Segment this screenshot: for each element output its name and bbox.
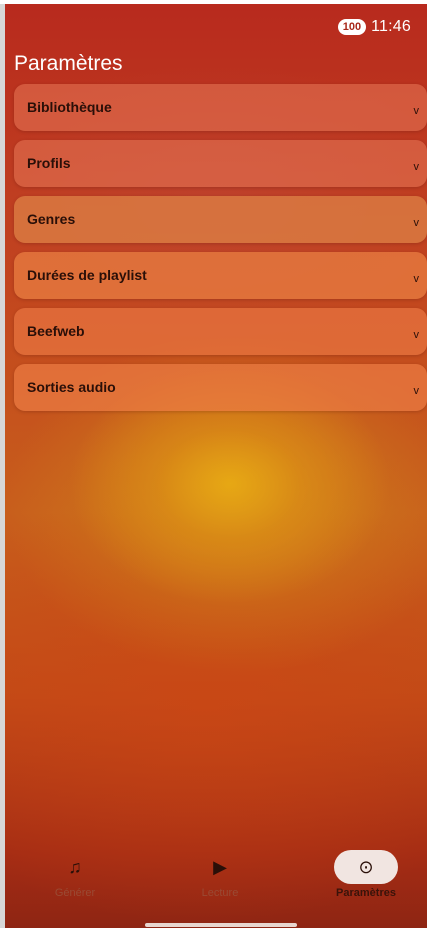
settings-item-durees-playlist[interactable]: Durées de playlist v [14, 252, 427, 299]
settings-item-profils[interactable]: Profils v [14, 140, 427, 187]
settings-item-label: Genres [27, 211, 76, 227]
chevron-down-icon: v [413, 385, 420, 397]
settings-item-bibliotheque[interactable]: Bibliothèque v [14, 84, 427, 131]
status-bar: 100 11:46 [337, 18, 411, 36]
nav-item-parametres[interactable]: ⊙ Paramètres [306, 850, 426, 899]
nav-label: Lecture [201, 887, 239, 899]
settings-item-label: Beefweb [27, 323, 85, 339]
chevron-down-icon: v [413, 273, 420, 285]
chevron-down-icon: v [413, 105, 420, 117]
nav-label: Paramètres [336, 887, 396, 899]
settings-list: Bibliothèque v Profils v Genres v Durées… [14, 84, 427, 420]
settings-item-beefweb[interactable]: Beefweb v [14, 308, 427, 355]
music-note-icon: ♫ [68, 857, 82, 877]
nav-label: Générer [54, 887, 96, 899]
nav-item-generer[interactable]: ♫ Générer [15, 850, 135, 899]
page-title: Paramètres [14, 52, 123, 75]
settings-icon: ⊙ [334, 850, 398, 884]
chevron-down-icon: v [413, 217, 420, 229]
play-icon: ▶ [213, 857, 227, 877]
settings-item-sorties-audio[interactable]: Sorties audio v [14, 364, 427, 411]
battery-indicator: 100 [337, 19, 367, 35]
app-screen: 100 11:46 Paramètres Bibliothèque v Prof… [5, 4, 427, 928]
bottom-navigation: ♫ Générer ▶ Lecture ⊙ Paramètres [5, 836, 427, 928]
home-indicator[interactable] [145, 923, 297, 927]
chevron-down-icon: v [413, 161, 420, 173]
chevron-down-icon: v [413, 329, 420, 341]
status-clock: 11:46 [371, 18, 411, 35]
settings-item-label: Durées de playlist [27, 267, 147, 283]
nav-item-lecture[interactable]: ▶ Lecture [160, 850, 280, 899]
settings-item-genres[interactable]: Genres v [14, 196, 427, 243]
settings-item-label: Profils [27, 155, 71, 171]
settings-item-label: Bibliothèque [27, 99, 112, 115]
settings-item-label: Sorties audio [27, 379, 116, 395]
